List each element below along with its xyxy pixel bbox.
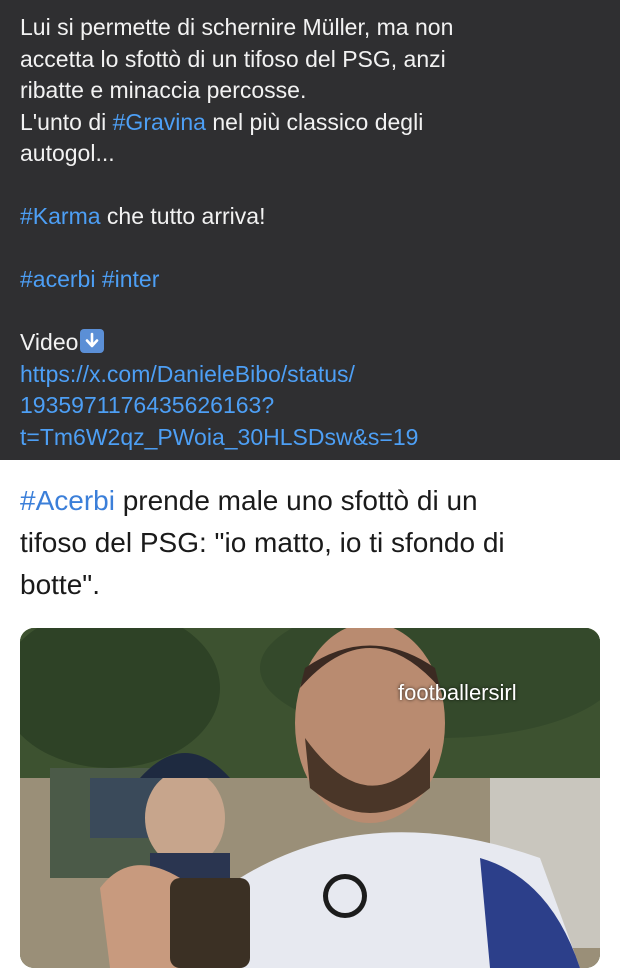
hashtag-acerbi[interactable]: #acerbi	[20, 266, 95, 292]
hashtag-acerbi[interactable]: #Acerbi	[20, 485, 115, 516]
post-line: autogol...	[20, 140, 115, 166]
video-frame	[20, 628, 600, 968]
video-label: Video	[20, 329, 79, 355]
post-line: #Acerbi prende male uno sfottò di un	[20, 480, 600, 522]
text-segment: nel più classico degli	[205, 108, 424, 135]
top-post: Lui si permette di schernire Müller, ma …	[0, 0, 620, 460]
post-line: Lui si permette di schernire Müller, ma …	[20, 14, 454, 40]
link-line: 1935971176435626163?	[20, 392, 275, 418]
text-segment: che tutto arriva!	[100, 203, 266, 229]
hashtag-inter[interactable]: #inter	[102, 266, 160, 292]
post-line: botte".	[20, 569, 100, 600]
media-watermark: footballersirl	[398, 680, 517, 705]
text-segment: L'unto di	[20, 108, 113, 135]
video-thumbnail[interactable]: footballersirl	[20, 628, 600, 968]
link-line: t=Tm6W2qz_PWoia_30HLSDsw&s=19	[20, 423, 419, 450]
down-arrow-icon	[80, 329, 105, 353]
post-line: ribatte e minaccia percosse.	[20, 77, 307, 103]
quoted-post-text: #Acerbi prende male uno sfottò di un tif…	[20, 480, 600, 606]
hashtag-karma[interactable]: #Karma	[20, 203, 101, 229]
video-link[interactable]: https://x.com/DanieleBibo/status/ 193597…	[20, 359, 610, 454]
post-line: #Karma che tutto arriva!	[20, 201, 610, 233]
top-post-text: Lui si permette di schernire Müller, ma …	[20, 12, 610, 453]
link-line: https://x.com/DanieleBibo/status/	[20, 360, 355, 387]
post-line: accetta lo sfottò di un tifoso del PSG, …	[20, 45, 446, 72]
quoted-post[interactable]: #Acerbi prende male uno sfottò di un tif…	[0, 460, 620, 968]
post-line: L'unto di #Gravina nel più classico degl…	[20, 107, 610, 139]
hashtag-gravina[interactable]: #Gravina	[113, 109, 206, 135]
post-line: #acerbi #inter	[20, 264, 610, 296]
post-line: Video	[20, 327, 610, 359]
text-segment: prende male uno sfottò di un	[114, 485, 478, 516]
post-line: tifoso del PSG: "io matto, io ti sfondo …	[20, 527, 505, 558]
